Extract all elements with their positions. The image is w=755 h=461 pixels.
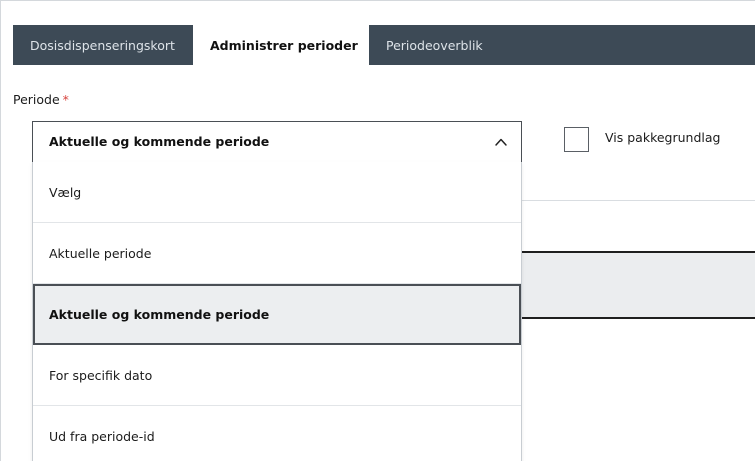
- app-frame: Dosisdispenseringskort Administrer perio…: [0, 0, 755, 461]
- option-for-specifik-dato[interactable]: For specifik dato: [33, 345, 521, 406]
- background-table: [501, 251, 755, 319]
- periode-select-value: Aktuelle og kommende periode: [49, 134, 270, 149]
- periode-label: Periode *: [13, 92, 69, 107]
- vis-pakkegrundlag-label[interactable]: Vis pakkegrundlag: [605, 130, 720, 145]
- section-divider: [522, 200, 755, 201]
- chevron-up-icon: [493, 134, 509, 150]
- option-aktuelle-og-kommende-periode[interactable]: Aktuelle og kommende periode: [33, 284, 521, 345]
- periode-select[interactable]: Aktuelle og kommende periode: [32, 121, 522, 163]
- periode-label-text: Periode: [13, 92, 60, 107]
- option-vaelg[interactable]: Vælg: [33, 162, 521, 223]
- required-marker: *: [62, 92, 69, 107]
- vis-pakkegrundlag-checkbox[interactable]: [564, 127, 589, 152]
- tab-bar: Dosisdispenseringskort Administrer perio…: [13, 25, 755, 65]
- periode-dropdown-list: Vælg Aktuelle periode Aktuelle og kommen…: [32, 162, 522, 461]
- tab-dosisdispenseringskort[interactable]: Dosisdispenseringskort: [13, 25, 193, 65]
- option-aktuelle-periode[interactable]: Aktuelle periode: [33, 223, 521, 284]
- tab-administrer-perioder[interactable]: Administrer perioder: [193, 25, 369, 65]
- option-ud-fra-periode-id[interactable]: Ud fra periode-id: [33, 406, 521, 461]
- tab-periodeoverblik[interactable]: Periodeoverblik: [369, 25, 499, 65]
